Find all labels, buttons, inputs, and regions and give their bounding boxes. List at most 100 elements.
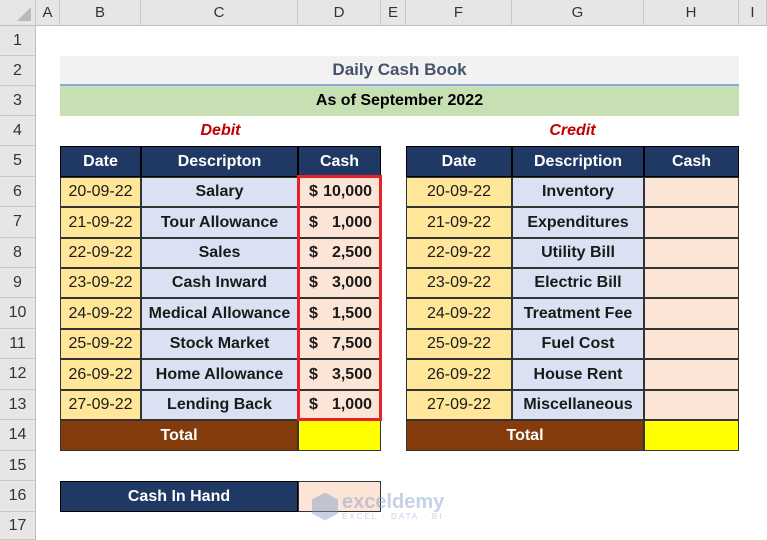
row-header-17[interactable]: 17 [0, 512, 36, 540]
column-header-c[interactable]: C [141, 0, 298, 26]
credit-cash-cell[interactable] [644, 390, 739, 420]
column-header-a[interactable]: A [36, 0, 60, 26]
credit-description-cell[interactable]: Treatment Fee [512, 298, 644, 329]
currency-symbol: $ [309, 396, 318, 413]
row-header-3[interactable]: 3 [0, 86, 36, 116]
debit-header-date[interactable]: Date [60, 146, 141, 177]
credit-description-cell[interactable]: Miscellaneous [512, 390, 644, 420]
column-header-e[interactable]: E [381, 0, 406, 26]
row-header-11[interactable]: 11 [0, 329, 36, 359]
credit-date-cell[interactable]: 24-09-22 [406, 298, 512, 329]
row-header-10[interactable]: 10 [0, 298, 36, 329]
debit-date-cell[interactable]: 25-09-22 [60, 329, 141, 359]
credit-date-cell[interactable]: 21-09-22 [406, 207, 512, 238]
credit-cash-cell[interactable] [644, 329, 739, 359]
column-header-h[interactable]: H [644, 0, 739, 26]
credit-cash-cell[interactable] [644, 359, 739, 390]
credit-cash-cell[interactable] [644, 238, 739, 268]
credit-date-cell[interactable]: 26-09-22 [406, 359, 512, 390]
debit-cash-cell[interactable]: $3,000 [298, 268, 381, 298]
row-header-9[interactable]: 9 [0, 268, 36, 298]
debit-header-desc[interactable]: Descripton [141, 146, 298, 177]
credit-description-cell[interactable]: House Rent [512, 359, 644, 390]
debit-header-cash[interactable]: Cash [298, 146, 381, 177]
row-header-15[interactable]: 15 [0, 451, 36, 481]
cash-in-hand-label[interactable]: Cash In Hand [60, 481, 298, 512]
row-header-14[interactable]: 14 [0, 420, 36, 451]
currency-symbol: $ [309, 183, 318, 200]
row-header-6[interactable]: 6 [0, 177, 36, 207]
debit-description-cell[interactable]: Sales [141, 238, 298, 268]
debit-description-cell[interactable]: Tour Allowance [141, 207, 298, 238]
debit-cash-cell[interactable]: $10,000 [298, 177, 381, 207]
row-header-1[interactable]: 1 [0, 26, 36, 56]
credit-total-value[interactable] [644, 420, 739, 451]
row-header-16[interactable]: 16 [0, 481, 36, 512]
credit-cash-cell[interactable] [644, 268, 739, 298]
debit-description-cell[interactable]: Home Allowance [141, 359, 298, 390]
column-header-d[interactable]: D [298, 0, 381, 26]
credit-date-cell[interactable]: 27-09-22 [406, 390, 512, 420]
column-header-b[interactable]: B [60, 0, 141, 26]
debit-cash-cell[interactable]: $3,500 [298, 359, 381, 390]
debit-date-cell[interactable]: 24-09-22 [60, 298, 141, 329]
currency-symbol: $ [309, 335, 318, 352]
debit-date-cell[interactable]: 26-09-22 [60, 359, 141, 390]
credit-description-cell[interactable]: Expenditures [512, 207, 644, 238]
amount: 2,500 [331, 244, 372, 261]
amount: 1,000 [331, 396, 372, 413]
debit-description-cell[interactable]: Salary [141, 177, 298, 207]
debit-total-value[interactable] [298, 420, 381, 451]
row-header-13[interactable]: 13 [0, 390, 36, 420]
amount: 3,500 [331, 365, 372, 383]
credit-date-cell[interactable]: 22-09-22 [406, 238, 512, 268]
credit-header-date[interactable]: Date [406, 146, 512, 177]
debit-description-cell[interactable]: Lending Back [141, 390, 298, 420]
row-header-2[interactable]: 2 [0, 56, 36, 86]
amount: 7,500 [331, 335, 372, 352]
row-header-5[interactable]: 5 [0, 146, 36, 177]
credit-header-cash[interactable]: Cash [644, 146, 739, 177]
credit-cash-cell[interactable] [644, 298, 739, 329]
debit-date-cell[interactable]: 21-09-22 [60, 207, 141, 238]
column-header-i[interactable]: I [739, 0, 767, 26]
row-header-4[interactable]: 4 [0, 116, 36, 146]
credit-cash-cell[interactable] [644, 207, 739, 238]
title-cell[interactable]: Daily Cash Book [60, 56, 739, 86]
debit-date-cell[interactable]: 27-09-22 [60, 390, 141, 420]
debit-description-cell[interactable]: Cash Inward [141, 268, 298, 298]
amount: 10,000 [323, 183, 372, 200]
column-header-g[interactable]: G [512, 0, 644, 26]
debit-cash-cell[interactable]: $1,000 [298, 207, 381, 238]
select-all-corner[interactable] [0, 0, 36, 26]
subtitle-cell[interactable]: As of September 2022 [60, 86, 739, 116]
debit-cash-cell[interactable]: $2,500 [298, 238, 381, 268]
debit-description-cell[interactable]: Stock Market [141, 329, 298, 359]
exceldemy-logo-icon [312, 492, 338, 521]
credit-date-cell[interactable]: 23-09-22 [406, 268, 512, 298]
credit-description-cell[interactable]: Fuel Cost [512, 329, 644, 359]
credit-cash-cell[interactable] [644, 177, 739, 207]
credit-date-cell[interactable]: 20-09-22 [406, 177, 512, 207]
debit-cash-cell[interactable]: $7,500 [298, 329, 381, 359]
credit-description-cell[interactable]: Electric Bill [512, 268, 644, 298]
credit-header-desc[interactable]: Description [512, 146, 644, 177]
row-header-8[interactable]: 8 [0, 238, 36, 268]
row-header-12[interactable]: 12 [0, 359, 36, 390]
debit-cash-cell[interactable]: $1,500 [298, 298, 381, 329]
debit-date-cell[interactable]: 23-09-22 [60, 268, 141, 298]
exceldemy-watermark: exceldemy EXCEL · DATA · BI [312, 492, 444, 521]
currency-symbol: $ [309, 274, 318, 291]
credit-description-cell[interactable]: Utility Bill [512, 238, 644, 268]
debit-cash-cell[interactable]: $1,000 [298, 390, 381, 420]
credit-total-label[interactable]: Total [406, 420, 644, 451]
row-header-7[interactable]: 7 [0, 207, 36, 238]
amount: 1,500 [331, 304, 372, 322]
debit-total-label[interactable]: Total [60, 420, 298, 451]
debit-date-cell[interactable]: 22-09-22 [60, 238, 141, 268]
credit-description-cell[interactable]: Inventory [512, 177, 644, 207]
credit-date-cell[interactable]: 25-09-22 [406, 329, 512, 359]
debit-date-cell[interactable]: 20-09-22 [60, 177, 141, 207]
debit-description-cell[interactable]: Medical Allowance [141, 298, 298, 329]
column-header-f[interactable]: F [406, 0, 512, 26]
